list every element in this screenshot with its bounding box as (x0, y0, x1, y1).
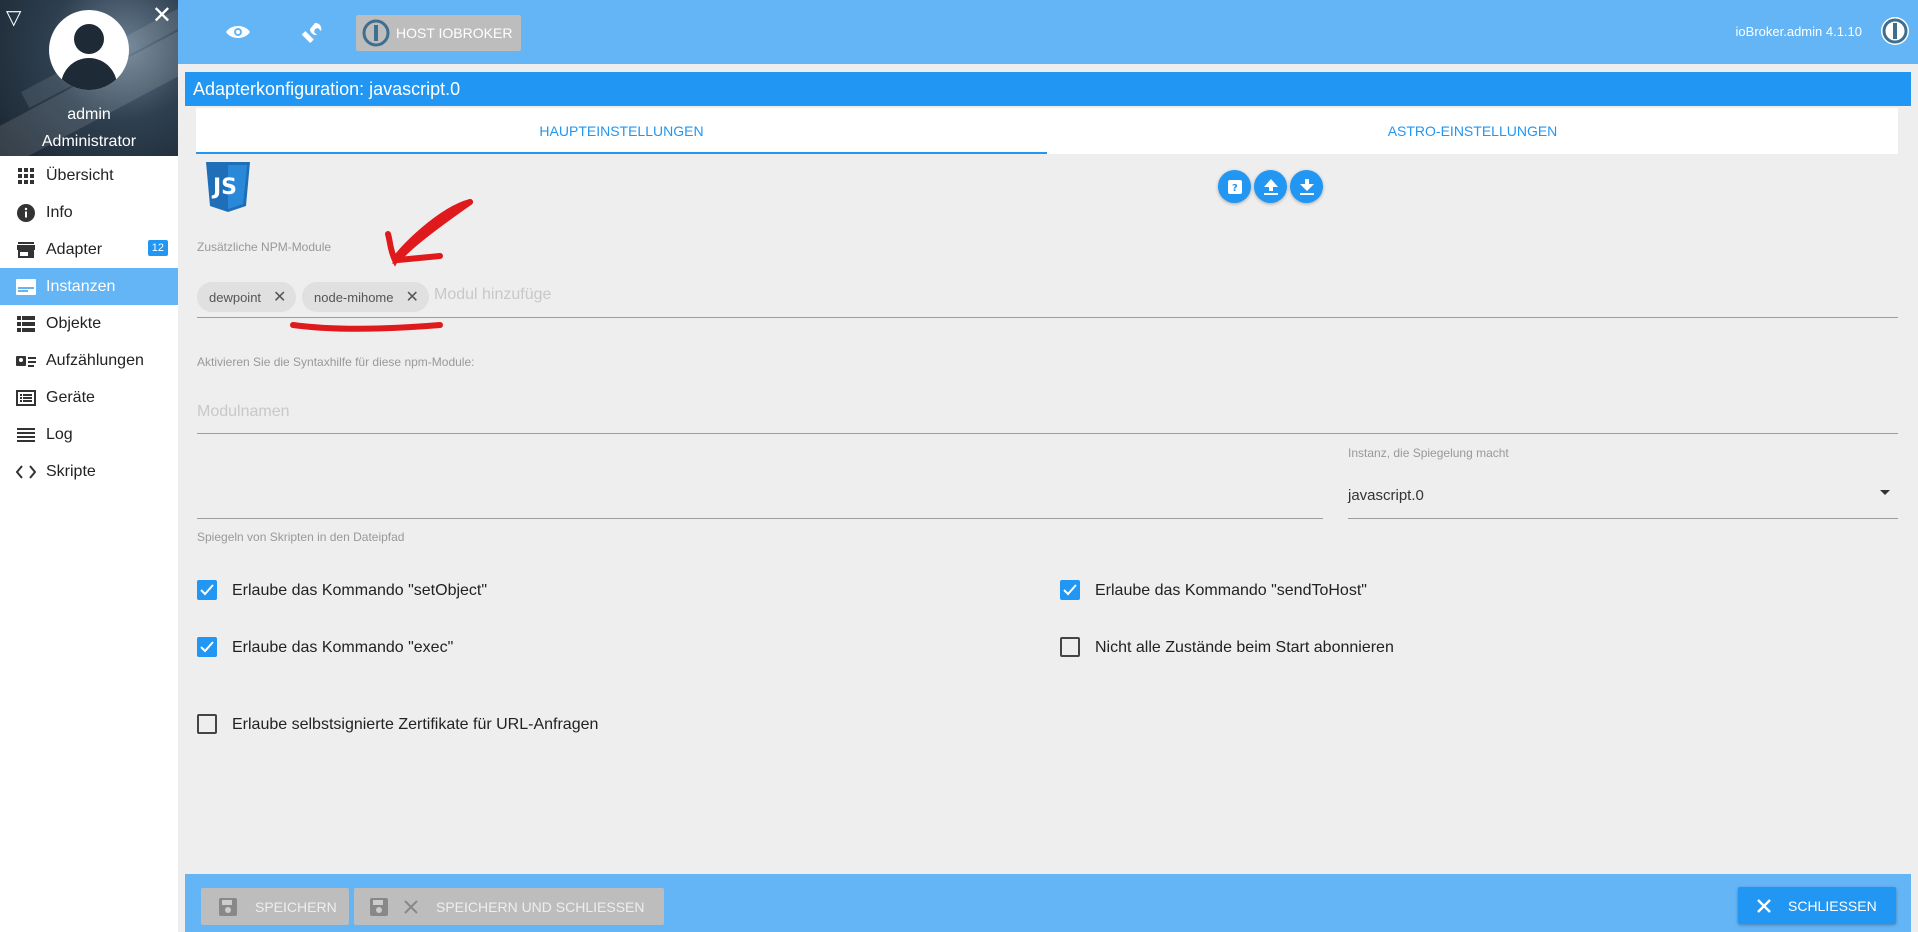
syntax-field-underline (197, 433, 1898, 434)
chip-remove-icon[interactable]: ✕ (273, 287, 286, 307)
upload-button[interactable] (1254, 170, 1287, 203)
download-button[interactable] (1290, 170, 1323, 203)
upload-icon (1263, 178, 1278, 195)
close-button[interactable]: SCHLIESSEN (1738, 887, 1896, 924)
save-and-close-label: SPEICHERN UND SCHLIESSEN (436, 898, 645, 915)
log-icon (16, 425, 36, 445)
iobroker-logo-icon (1880, 16, 1910, 46)
checkbox-setobject[interactable] (197, 580, 217, 600)
save-icon (219, 897, 237, 916)
svg-text:JS: JS (211, 175, 237, 200)
chip-node-mihome: node-mihome ✕ (302, 282, 429, 312)
sidebar-item-label: Instanzen (46, 277, 116, 295)
help-button[interactable]: ? (1218, 170, 1251, 203)
top-bar: HOST IOBROKER ioBroker.admin 4.1.10 (178, 0, 1918, 64)
mirror-path-label: Spiegeln von Skripten in den Dateipfad (197, 530, 405, 544)
sidebar-item-adapter[interactable]: Adapter 12 (0, 231, 178, 268)
sidebar-item-label: Skripte (46, 462, 96, 480)
mirror-instance-underline (1348, 518, 1898, 519)
sidebar-item-label: Geräte (46, 388, 95, 406)
profile-header: ▽ ✕ admin Administrator (0, 0, 178, 156)
close-button-label: SCHLIESSEN (1788, 897, 1877, 914)
list-icon (16, 314, 36, 334)
close-icon (1756, 898, 1772, 914)
save-button-label: SPEICHERN (255, 898, 337, 915)
save-icon (370, 897, 388, 916)
user-role: Administrator (41, 133, 137, 150)
collapse-menu-icon[interactable]: ▽ (6, 8, 21, 28)
sidebar-item-geraete[interactable]: Geräte (0, 379, 178, 416)
avatar (49, 10, 129, 90)
code-icon (16, 462, 36, 482)
save-and-close-button[interactable]: SPEICHERN UND SCHLIESSEN (354, 888, 664, 925)
chip-label: node-mihome (314, 289, 394, 305)
tab-bar: HAUPTEINSTELLUNGEN ASTRO-EINSTELLUNGEN (196, 108, 1898, 154)
close-icon (404, 899, 418, 914)
checkbox-label: Nicht alle Zustände beim Start abonniere… (1095, 639, 1394, 656)
user-name: admin (67, 106, 111, 123)
eye-icon[interactable] (224, 18, 252, 46)
mirror-path-input[interactable] (197, 518, 1323, 519)
sidebar: ▽ ✕ admin Administrator Übersicht Info A… (0, 0, 178, 932)
sidebar-item-log[interactable]: Log (0, 416, 178, 453)
checkbox-selfsigned-certs[interactable] (197, 714, 217, 734)
npm-module-input[interactable]: Modul hinzufüge (434, 286, 551, 304)
checkbox-no-subscribe[interactable] (1060, 637, 1080, 657)
sidebar-item-label: Objekte (46, 314, 102, 332)
sidebar-item-label: Aufzählungen (46, 351, 144, 369)
instances-icon (16, 277, 36, 297)
npm-field-underline (197, 317, 1898, 318)
host-button[interactable]: HOST IOBROKER (356, 15, 521, 51)
sidebar-item-label: Log (46, 425, 73, 443)
sidebar-item-uebersicht[interactable]: Übersicht (0, 157, 178, 194)
download-icon (1299, 178, 1314, 195)
page-title: Adapterkonfiguration: javascript.0 (185, 72, 1911, 106)
sidebar-item-label: Übersicht (46, 166, 114, 184)
sidebar-item-objekte[interactable]: Objekte (0, 305, 178, 342)
checkbox-sendtohost[interactable] (1060, 580, 1080, 600)
wrench-icon[interactable] (298, 18, 326, 46)
tab-astro-einstellungen[interactable]: ASTRO-EINSTELLUNGEN (1047, 108, 1898, 154)
module-names-input[interactable]: Modulnamen (197, 403, 290, 421)
adapter-count-badge: 12 (147, 240, 168, 256)
sidebar-item-aufzaehlungen[interactable]: Aufzählungen (0, 342, 178, 379)
npm-modules-label: Zusätzliche NPM-Module (197, 240, 332, 254)
iobroker-logo-icon (362, 19, 390, 47)
checkbox-exec[interactable] (197, 637, 217, 657)
checkbox-label: Erlaube selbstsignierte Zertifikate für … (232, 716, 599, 733)
mirror-instance-label: Instanz, die Spiegelung macht (1348, 446, 1509, 460)
sidebar-item-label: Adapter (46, 240, 103, 258)
syntax-help-label: Aktivieren Sie die Syntaxhilfe für diese… (197, 355, 475, 369)
sidebar-item-label: Info (46, 203, 73, 221)
sidebar-item-instanzen[interactable]: Instanzen (0, 268, 178, 305)
sidebar-nav: Übersicht Info Adapter 12 Instanzen Obje… (0, 157, 178, 490)
devices-icon (16, 388, 36, 408)
checkbox-label: Erlaube das Kommando "exec" (232, 639, 454, 656)
chip-remove-icon[interactable]: ✕ (406, 287, 419, 307)
mirror-instance-select[interactable]: javascript.0 (1348, 487, 1424, 504)
info-icon (16, 203, 36, 223)
sidebar-item-skripte[interactable]: Skripte (0, 453, 178, 490)
chip-label: dewpoint (209, 289, 262, 305)
sidebar-item-info[interactable]: Info (0, 194, 178, 231)
version-label: ioBroker.admin 4.1.10 (1735, 24, 1862, 39)
checkbox-label: Erlaube das Kommando "sendToHost" (1095, 582, 1367, 599)
checkbox-label: Erlaube das Kommando "setObject" (232, 582, 488, 599)
close-icon[interactable]: ✕ (152, 4, 172, 28)
svg-text:?: ? (1232, 183, 1238, 194)
help-icon: ? (1227, 179, 1243, 195)
enum-icon (16, 351, 36, 371)
store-icon (16, 240, 36, 260)
chip-dewpoint: dewpoint ✕ (197, 282, 297, 312)
tab-haupteinstellungen[interactable]: HAUPTEINSTELLUNGEN (196, 108, 1047, 154)
javascript-logo-icon: JS (206, 162, 250, 212)
chevron-down-icon[interactable] (1880, 490, 1890, 495)
host-button-label: HOST IOBROKER (396, 25, 513, 41)
save-button[interactable]: SPEICHERN (201, 888, 349, 925)
grid-icon (16, 166, 36, 186)
